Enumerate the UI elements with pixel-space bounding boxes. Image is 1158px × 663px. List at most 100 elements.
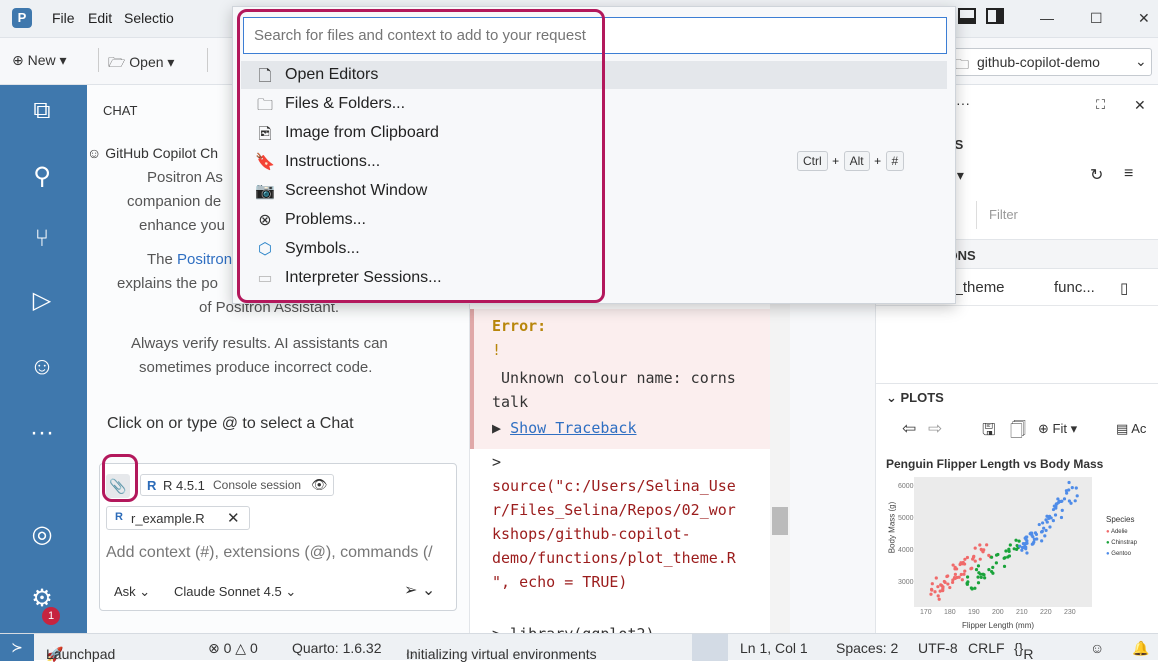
- back-arrow-icon[interactable]: ⇦: [902, 419, 916, 439]
- quarto-item[interactable]: Quarto: 1.6.32: [292, 640, 382, 656]
- scatter-point: [979, 575, 983, 579]
- source-line: r/Files_Selina/Repos/02_wor: [492, 501, 736, 519]
- scatter-point: [985, 543, 989, 547]
- x-tick: 170: [920, 609, 932, 616]
- folder-icon: 🗀: [955, 56, 969, 72]
- maximize-icon[interactable]: ⛶: [1096, 97, 1105, 113]
- problems-item[interactable]: ⊗ 0 △ 0: [208, 640, 258, 657]
- activity-bar: ⧉ ⚲ ⑂ ▷ ☺ ··· ◎ ⚙ 1: [0, 85, 87, 633]
- clear-icon[interactable]: ≡: [1124, 165, 1133, 183]
- language-mode[interactable]: {} R: [1014, 640, 1033, 662]
- account-icon[interactable]: ◎: [22, 515, 62, 555]
- scatter-point: [971, 555, 976, 559]
- scatter-point: [1004, 549, 1008, 553]
- context-quick-pick: 🗋 Open Editors 🗀 Files & Folders... 🖻 Im…: [232, 6, 956, 304]
- scatter-point: [1031, 542, 1035, 546]
- source-line: ", echo = TRUE): [492, 573, 628, 591]
- eol[interactable]: CRLF: [968, 640, 1005, 656]
- minimize-button[interactable]: —: [1040, 10, 1054, 26]
- scatter-point: [966, 580, 970, 584]
- scatter-point: [937, 597, 941, 601]
- copilot-icon[interactable]: ☺: [22, 347, 62, 387]
- scatter-point: [970, 566, 974, 570]
- cursor-position[interactable]: Ln 1, Col 1: [740, 640, 808, 656]
- close-icon[interactable]: ✕: [227, 509, 240, 527]
- eye-icon[interactable]: 👁: [311, 477, 328, 493]
- menu-selection[interactable]: Selectio: [124, 10, 174, 26]
- scatter-point: [1056, 497, 1060, 501]
- refresh-icon[interactable]: ↻: [1090, 165, 1103, 185]
- scatter-point: [983, 576, 987, 580]
- save-plot-icon[interactable]: 🖫: [982, 419, 996, 446]
- scatter-point: [976, 575, 980, 579]
- close-button[interactable]: ✕: [1138, 10, 1150, 27]
- plot-area: Penguin Flipper Length vs Body Mass Body…: [880, 451, 1158, 633]
- chat-input[interactable]: Add context (#), extensions (@), command…: [106, 544, 433, 562]
- copy-plot-icon[interactable]: 🗍: [1010, 419, 1026, 446]
- scatter-point: [961, 562, 965, 566]
- toolbar-divider: [207, 48, 208, 72]
- new-button[interactable]: ⊕ New ▾: [12, 52, 67, 69]
- more-icon[interactable]: ···: [22, 413, 62, 453]
- session-sub: Console session: [213, 478, 302, 492]
- sidebar-toggle-icon[interactable]: [986, 8, 1004, 24]
- y-axis-label: Body Mass (g): [887, 501, 897, 554]
- menu-edit[interactable]: Edit: [88, 10, 112, 26]
- close-icon[interactable]: ✕: [1134, 97, 1146, 114]
- maximize-button[interactable]: ☐: [1090, 10, 1103, 27]
- scatter-point: [962, 572, 966, 576]
- error-message: Unknown colour name: corns: [492, 369, 736, 387]
- mode-dropdown[interactable]: Ask ⌄: [114, 584, 150, 600]
- encoding[interactable]: UTF-8: [918, 640, 958, 656]
- menu-file[interactable]: File: [52, 10, 75, 26]
- scatter-point: [953, 572, 957, 576]
- fit-dropdown[interactable]: ⊕ Fit ▾: [1038, 421, 1077, 437]
- function-type: func...: [1054, 279, 1095, 296]
- scatter-point: [989, 555, 994, 559]
- explains-text: explains the po: [117, 275, 218, 292]
- remote-icon[interactable]: ≻: [0, 634, 34, 661]
- scatter-point: [1007, 554, 1012, 558]
- chat-header: CHAT: [103, 103, 138, 118]
- scrollbar-thumb[interactable]: [772, 507, 788, 535]
- verify-text: sometimes produce incorrect code.: [139, 359, 373, 376]
- row-divider: [876, 305, 1158, 306]
- session-chip[interactable]: R R 4.5.1 Console session 👁: [140, 474, 334, 496]
- x-tick: 200: [992, 609, 1004, 616]
- actions-dropdown[interactable]: ▤ Ac: [1116, 421, 1146, 437]
- open-button[interactable]: 🗁 Open ▾: [108, 52, 174, 76]
- scatter-point: [936, 594, 940, 598]
- scatter-point: [963, 557, 967, 561]
- traceback-toggle[interactable]: ▶ Show Traceback: [492, 419, 637, 437]
- indentation[interactable]: Spaces: 2: [836, 640, 898, 656]
- scatter-point: [976, 581, 981, 585]
- plot-panel: [914, 477, 1092, 607]
- source-control-icon[interactable]: ⑂: [22, 219, 62, 259]
- source-line: demo/functions/plot_theme.R: [492, 549, 736, 567]
- file-chip[interactable]: R r_example.R ✕: [106, 506, 250, 530]
- scatter-point: [1020, 548, 1024, 552]
- zoom-icon[interactable]: [692, 634, 728, 661]
- workspace-selector[interactable]: 🗀 github-copilot-demo ⌄: [950, 48, 1152, 76]
- filter-input[interactable]: Filter: [976, 201, 1146, 229]
- view-icon[interactable]: ▯: [1120, 279, 1128, 297]
- scatter-point: [1018, 544, 1022, 548]
- folder-icon: 🗁: [108, 54, 126, 70]
- model-dropdown[interactable]: Claude Sonnet 4.5 ⌄: [174, 584, 296, 600]
- layout-toggle-icon[interactable]: [958, 8, 976, 24]
- scatter-point: [930, 582, 934, 586]
- notification-icon[interactable]: 🔔: [1132, 640, 1149, 657]
- forward-arrow-icon[interactable]: ⇨: [928, 419, 942, 439]
- explorer-icon[interactable]: ⧉: [22, 91, 62, 131]
- error-message: talk: [492, 393, 529, 411]
- search-icon[interactable]: ⚲: [22, 157, 62, 197]
- more-icon[interactable]: ···: [956, 95, 970, 111]
- send-icon[interactable]: ➢ ⌄: [404, 580, 435, 600]
- scatter-point: [1041, 521, 1045, 525]
- copilot-status-icon[interactable]: ☺: [1090, 640, 1104, 656]
- run-debug-icon[interactable]: ▷: [22, 281, 62, 321]
- scatter-point: [1007, 549, 1011, 553]
- positron-link[interactable]: Positron: [177, 251, 232, 268]
- plots-header: ⌄ PLOTS: [876, 383, 1158, 409]
- y-tick: 3000: [898, 579, 914, 586]
